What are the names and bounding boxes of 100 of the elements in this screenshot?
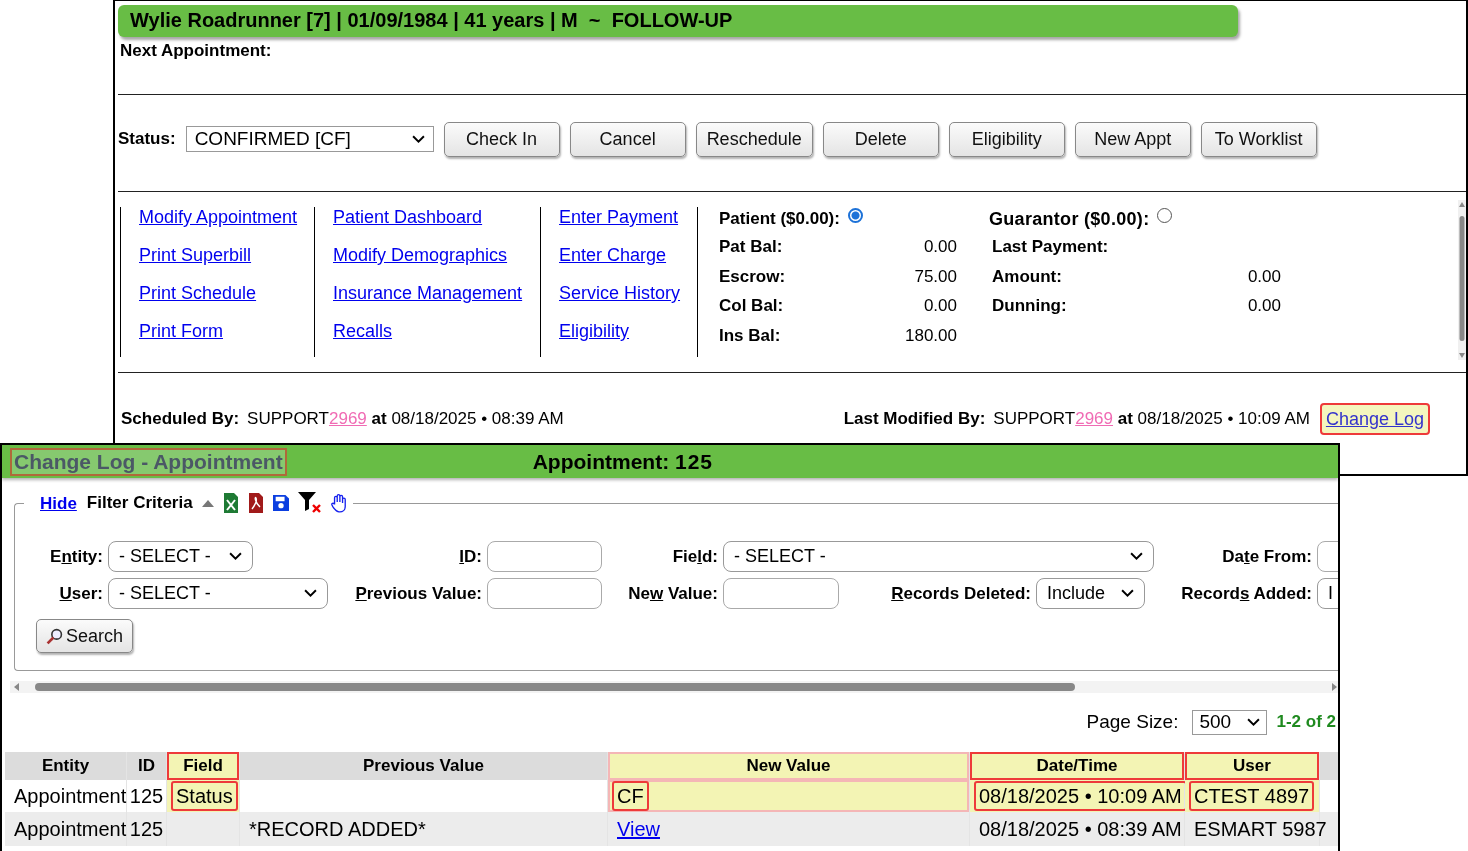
menu-link[interactable]: Print Superbill xyxy=(139,245,297,266)
cell-text: 125 xyxy=(128,784,165,809)
column-header: User xyxy=(1185,752,1320,780)
spreadsheet-icon[interactable] xyxy=(222,493,239,513)
cell-text: *RECORD ADDED* xyxy=(248,817,427,842)
filter-label: Date From: xyxy=(1221,546,1312,567)
menu-link[interactable]: Enter Payment xyxy=(559,207,680,228)
filter-select[interactable]: Include xyxy=(1036,578,1145,609)
filter-select[interactable]: - SELECT - xyxy=(108,578,328,609)
search-button[interactable]: Search xyxy=(36,619,134,653)
filter-label: Entity: xyxy=(49,546,103,567)
balance-label: Escrow: xyxy=(719,266,786,288)
input-field[interactable] xyxy=(487,541,602,572)
menu-link[interactable]: Print Schedule xyxy=(139,283,297,304)
hand-icon[interactable] xyxy=(330,493,347,513)
chevron-icon xyxy=(304,589,317,598)
balance-label: Pat Bal: xyxy=(719,237,783,258)
cell-text: 08/18/2025 • 10:09 AM xyxy=(974,781,1187,811)
search-icon xyxy=(46,627,63,645)
menu-link[interactable]: Print Form xyxy=(139,321,297,342)
change-log-link[interactable]: Change Log xyxy=(1319,403,1430,435)
menu-link[interactable]: Patient Dashboard xyxy=(333,207,523,228)
page-size-label: Page Size: xyxy=(1086,711,1179,733)
menu-link[interactable]: Service History xyxy=(559,283,680,304)
record-count: 1-2 of 2 xyxy=(1276,712,1336,732)
chevron-icon xyxy=(411,134,425,144)
balance-value: 75.00 xyxy=(914,266,957,288)
scheduled-by-label: Scheduled By: xyxy=(121,409,240,429)
page-size-select[interactable]: 500 xyxy=(1192,709,1268,735)
status-label: Status: xyxy=(118,129,176,149)
last-modified-label: Last Modified By: xyxy=(843,409,986,429)
filter-label: Previous Value: xyxy=(354,583,482,604)
filter-select[interactable]: - SELECT - xyxy=(723,541,1154,572)
menu-link[interactable]: Recalls xyxy=(333,321,523,342)
radio-button[interactable] xyxy=(847,207,863,223)
cell-text: Appointment xyxy=(13,817,128,842)
balance-label: Amount: xyxy=(992,266,1062,288)
clear-filter-icon[interactable] xyxy=(297,492,322,514)
action-button[interactable]: New Appt xyxy=(1074,121,1191,157)
input-field[interactable] xyxy=(487,578,602,609)
filter-label: Records Deleted: xyxy=(890,583,1031,604)
column-header: Date/Time xyxy=(970,752,1185,780)
balance-label: Last Payment: xyxy=(992,237,1109,258)
column-header: New Value xyxy=(608,752,970,780)
last-modified-info: SUPPORT2969 at 08/18/2025 • 10:09 AM xyxy=(993,409,1310,429)
chevron-icon xyxy=(1130,552,1143,561)
action-button[interactable]: Check In xyxy=(443,121,560,157)
input-field[interactable] xyxy=(723,578,839,609)
radio-button[interactable] xyxy=(1157,207,1173,223)
balance-value: 0.00 xyxy=(1247,266,1281,288)
cell-text: 08/18/2025 • 08:39 AM xyxy=(978,817,1183,842)
menu-link[interactable]: Insurance Management xyxy=(333,283,523,304)
chevron-icon xyxy=(1247,717,1261,727)
balance-label: Dunning: xyxy=(992,296,1067,317)
filter-label: New Value: xyxy=(627,583,718,604)
scrollbar[interactable] xyxy=(1458,200,1466,360)
cell-text: 125 xyxy=(128,817,165,842)
balance-label: Col Bal: xyxy=(719,296,784,317)
balance-value: 180.00 xyxy=(905,325,957,347)
view-link[interactable]: View xyxy=(612,814,665,844)
menu-link[interactable]: Eligibility xyxy=(559,321,680,342)
menu-link[interactable]: Modify Appointment xyxy=(139,207,297,228)
balance-value: 0.00 xyxy=(1247,296,1281,317)
balance-value: 0.00 xyxy=(923,296,957,317)
next-appointment-label: Next Appointment: xyxy=(120,41,272,60)
balance-label: Ins Bal: xyxy=(719,325,781,347)
filter-criteria-label: Filter Criteria xyxy=(86,493,193,513)
hide-link[interactable]: Hide xyxy=(40,492,77,514)
save-icon[interactable] xyxy=(272,493,289,513)
action-button[interactable]: Reschedule xyxy=(695,121,813,157)
filter-select[interactable]: I xyxy=(1317,578,1338,609)
chevron-icon xyxy=(229,552,242,561)
patient-banner: Wylie Roadrunner [7] | 01/09/1984 | 41 years | M ~ FOLLOW-UP xyxy=(118,5,1238,37)
cell-text: CTEST 4897 xyxy=(1189,781,1315,811)
filter-label: User: xyxy=(58,583,103,604)
caret-up-icon[interactable] xyxy=(201,499,214,507)
balance-heading: Patient ($0.00): xyxy=(719,209,840,229)
cell-text: ESMART 5987 xyxy=(1193,817,1328,842)
action-button[interactable]: Eligibility xyxy=(948,121,1065,157)
action-button[interactable]: Cancel xyxy=(569,121,686,157)
record-title: Appointment: 125 xyxy=(532,449,714,474)
window-title: Change Log - Appointment xyxy=(10,447,287,476)
status-select[interactable]: CONFIRMED [CF] xyxy=(185,126,434,152)
action-button[interactable]: Delete xyxy=(822,121,939,157)
menu-link[interactable]: Modify Demographics xyxy=(333,245,523,266)
action-button[interactable]: To Worklist xyxy=(1200,121,1317,157)
scheduled-by-info: SUPPORT2969 at 08/18/2025 • 08:39 AM xyxy=(247,409,564,429)
chevron-icon xyxy=(1121,589,1134,598)
filter-label: Field: xyxy=(671,546,718,567)
cell-text: Appointment xyxy=(13,784,128,809)
balance-heading: Guarantor ($0.00): xyxy=(989,208,1150,230)
cell-text: Status xyxy=(171,781,238,811)
menu-link[interactable]: Enter Charge xyxy=(559,245,680,266)
filter-select[interactable]: - SELECT - xyxy=(108,541,253,572)
column-header: Field xyxy=(167,752,240,780)
filter-label: ID: xyxy=(458,546,482,567)
scrollbar[interactable] xyxy=(10,681,1338,693)
pdf-icon[interactable] xyxy=(247,493,264,513)
filter-label: Records Added: xyxy=(1180,583,1312,604)
balance-value: 0.00 xyxy=(923,237,957,258)
